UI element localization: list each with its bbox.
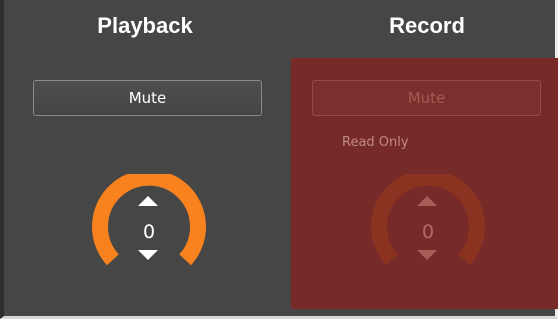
playback-mute-button[interactable]: Mute bbox=[33, 80, 262, 116]
record-volume-value: 0 bbox=[421, 221, 435, 243]
record-heading: Record bbox=[389, 13, 465, 38]
playback-volume-increase-icon[interactable] bbox=[138, 196, 158, 206]
playback-volume-value: 0 bbox=[142, 221, 156, 243]
record-volume-knob: 0 bbox=[370, 174, 486, 274]
record-volume-increase-icon bbox=[417, 196, 437, 206]
record-mute-button-disabled: Mute bbox=[312, 80, 541, 116]
playback-volume-knob[interactable]: 0 bbox=[91, 174, 207, 274]
record-volume-decrease-icon bbox=[417, 250, 437, 260]
playback-heading: Playback bbox=[97, 13, 193, 38]
record-read-only-label: Read Only bbox=[342, 135, 409, 150]
playback-volume-decrease-icon[interactable] bbox=[138, 250, 158, 260]
audio-control-panel: Playback Record Mute Mute Read Only 0 0 bbox=[0, 0, 558, 319]
